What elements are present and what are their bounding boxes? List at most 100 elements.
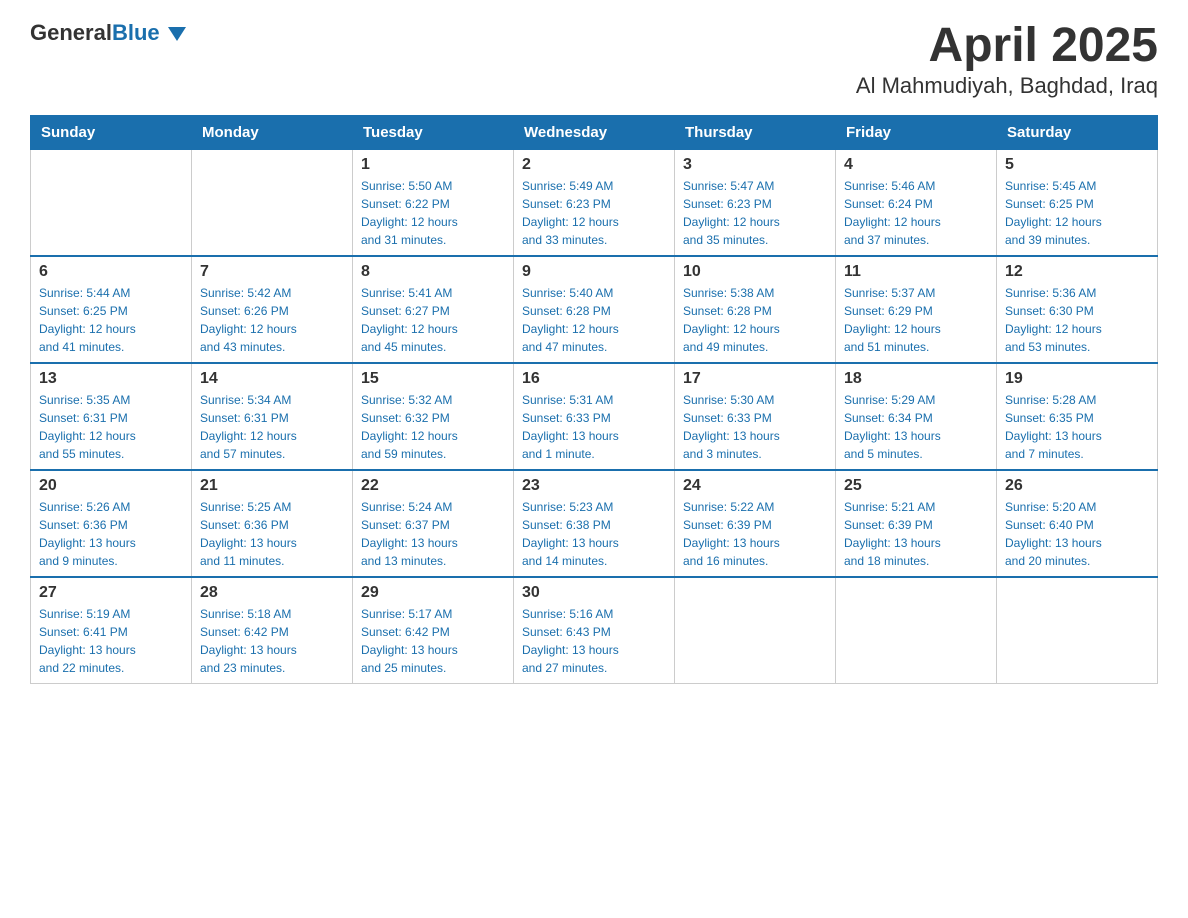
day-info: Sunrise: 5:28 AM Sunset: 6:35 PM Dayligh… xyxy=(1005,393,1102,461)
logo-triangle-icon xyxy=(168,27,186,41)
day-number: 4 xyxy=(844,156,988,174)
calendar-cell: 14Sunrise: 5:34 AM Sunset: 6:31 PM Dayli… xyxy=(192,363,353,470)
day-info: Sunrise: 5:47 AM Sunset: 6:23 PM Dayligh… xyxy=(683,179,780,247)
calendar-header-row: SundayMondayTuesdayWednesdayThursdayFrid… xyxy=(31,115,1158,149)
day-info: Sunrise: 5:26 AM Sunset: 6:36 PM Dayligh… xyxy=(39,500,136,568)
day-number: 6 xyxy=(39,263,183,281)
calendar-week-row: 6 Sunrise: 5:44 AM Sunset: 6:25 PM Daylig… xyxy=(31,256,1158,363)
day-number: 28 xyxy=(200,584,344,602)
calendar-day-header: Sunday xyxy=(31,115,192,149)
day-number: 27 xyxy=(39,584,183,602)
calendar-cell xyxy=(997,577,1158,684)
calendar-cell: 5 Sunrise: 5:45 AM Sunset: 6:25 PM Daylig… xyxy=(997,149,1158,256)
day-info: Sunrise: 5:16 AM Sunset: 6:43 PM Dayligh… xyxy=(522,607,619,675)
calendar-cell: 29Sunrise: 5:17 AM Sunset: 6:42 PM Dayli… xyxy=(353,577,514,684)
calendar-week-row: 13Sunrise: 5:35 AM Sunset: 6:31 PM Dayli… xyxy=(31,363,1158,470)
calendar-week-row: 20 Sunrise: 5:26 AM Sunset: 6:36 PM Dayli… xyxy=(31,470,1158,577)
calendar-week-row: 1 Sunrise: 5:50 AM Sunset: 6:22 PM Daylig… xyxy=(31,149,1158,256)
calendar-week-row: 27 Sunrise: 5:19 AM Sunset: 6:41 PM Dayli… xyxy=(31,577,1158,684)
day-info: Sunrise: 5:32 AM Sunset: 6:32 PM Dayligh… xyxy=(361,393,458,461)
day-info: Sunrise: 5:41 AM Sunset: 6:27 PM Dayligh… xyxy=(361,286,458,354)
day-info: Sunrise: 5:19 AM Sunset: 6:41 PM Dayligh… xyxy=(39,607,136,675)
day-info: Sunrise: 5:44 AM Sunset: 6:25 PM Dayligh… xyxy=(39,286,136,354)
calendar-cell: 3 Sunrise: 5:47 AM Sunset: 6:23 PM Daylig… xyxy=(675,149,836,256)
day-number: 26 xyxy=(1005,477,1149,495)
day-number: 23 xyxy=(522,477,666,495)
day-number: 9 xyxy=(522,263,666,281)
day-number: 18 xyxy=(844,370,988,388)
calendar-cell: 20 Sunrise: 5:26 AM Sunset: 6:36 PM Dayli… xyxy=(31,470,192,577)
day-number: 1 xyxy=(361,156,505,174)
day-info: Sunrise: 5:24 AM Sunset: 6:37 PM Dayligh… xyxy=(361,500,458,568)
day-number: 5 xyxy=(1005,156,1149,174)
calendar-cell: 21 Sunrise: 5:25 AM Sunset: 6:36 PM Dayli… xyxy=(192,470,353,577)
logo: General Blue xyxy=(30,20,186,46)
calendar-cell: 16 Sunrise: 5:31 AM Sunset: 6:33 PM Dayli… xyxy=(514,363,675,470)
calendar-cell: 25Sunrise: 5:21 AM Sunset: 6:39 PM Dayli… xyxy=(836,470,997,577)
calendar-day-header: Tuesday xyxy=(353,115,514,149)
calendar-day-header: Monday xyxy=(192,115,353,149)
day-info: Sunrise: 5:38 AM Sunset: 6:28 PM Dayligh… xyxy=(683,286,780,354)
calendar-cell: 17Sunrise: 5:30 AM Sunset: 6:33 PM Dayli… xyxy=(675,363,836,470)
calendar-cell: 24 Sunrise: 5:22 AM Sunset: 6:39 PM Dayli… xyxy=(675,470,836,577)
calendar-cell: 19 Sunrise: 5:28 AM Sunset: 6:35 PM Dayli… xyxy=(997,363,1158,470)
day-number: 3 xyxy=(683,156,827,174)
calendar-day-header: Wednesday xyxy=(514,115,675,149)
day-info: Sunrise: 5:31 AM Sunset: 6:33 PM Dayligh… xyxy=(522,393,619,461)
day-info: Sunrise: 5:45 AM Sunset: 6:25 PM Dayligh… xyxy=(1005,179,1102,247)
day-number: 20 xyxy=(39,477,183,495)
day-info: Sunrise: 5:37 AM Sunset: 6:29 PM Dayligh… xyxy=(844,286,941,354)
day-info: Sunrise: 5:36 AM Sunset: 6:30 PM Dayligh… xyxy=(1005,286,1102,354)
day-info: Sunrise: 5:30 AM Sunset: 6:33 PM Dayligh… xyxy=(683,393,780,461)
calendar-cell: 27 Sunrise: 5:19 AM Sunset: 6:41 PM Dayli… xyxy=(31,577,192,684)
day-info: Sunrise: 5:20 AM Sunset: 6:40 PM Dayligh… xyxy=(1005,500,1102,568)
calendar-cell xyxy=(31,149,192,256)
day-number: 8 xyxy=(361,263,505,281)
day-info: Sunrise: 5:22 AM Sunset: 6:39 PM Dayligh… xyxy=(683,500,780,568)
day-info: Sunrise: 5:40 AM Sunset: 6:28 PM Dayligh… xyxy=(522,286,619,354)
title-block: April 2025 Al Mahmudiyah, Baghdad, Iraq xyxy=(856,20,1158,99)
calendar-cell: 7Sunrise: 5:42 AM Sunset: 6:26 PM Daylig… xyxy=(192,256,353,363)
calendar-cell: 28 Sunrise: 5:18 AM Sunset: 6:42 PM Dayli… xyxy=(192,577,353,684)
calendar-day-header: Thursday xyxy=(675,115,836,149)
day-number: 21 xyxy=(200,477,344,495)
calendar-header: SundayMondayTuesdayWednesdayThursdayFrid… xyxy=(31,115,1158,149)
day-info: Sunrise: 5:21 AM Sunset: 6:39 PM Dayligh… xyxy=(844,500,941,568)
calendar-cell: 30 Sunrise: 5:16 AM Sunset: 6:43 PM Dayli… xyxy=(514,577,675,684)
calendar-body: 1 Sunrise: 5:50 AM Sunset: 6:22 PM Daylig… xyxy=(31,149,1158,683)
day-info: Sunrise: 5:35 AM Sunset: 6:31 PM Dayligh… xyxy=(39,393,136,461)
calendar-cell: 8 Sunrise: 5:41 AM Sunset: 6:27 PM Daylig… xyxy=(353,256,514,363)
day-info: Sunrise: 5:50 AM Sunset: 6:22 PM Dayligh… xyxy=(361,179,458,247)
day-number: 15 xyxy=(361,370,505,388)
day-number: 2 xyxy=(522,156,666,174)
day-number: 19 xyxy=(1005,370,1149,388)
day-number: 16 xyxy=(522,370,666,388)
day-info: Sunrise: 5:17 AM Sunset: 6:42 PM Dayligh… xyxy=(361,607,458,675)
day-info: Sunrise: 5:34 AM Sunset: 6:31 PM Dayligh… xyxy=(200,393,297,461)
logo-general-text: General xyxy=(30,20,112,46)
day-info: Sunrise: 5:46 AM Sunset: 6:24 PM Dayligh… xyxy=(844,179,941,247)
day-number: 12 xyxy=(1005,263,1149,281)
calendar-table: SundayMondayTuesdayWednesdayThursdayFrid… xyxy=(30,115,1158,684)
day-number: 24 xyxy=(683,477,827,495)
calendar-cell: 12 Sunrise: 5:36 AM Sunset: 6:30 PM Dayli… xyxy=(997,256,1158,363)
calendar-cell: 13Sunrise: 5:35 AM Sunset: 6:31 PM Dayli… xyxy=(31,363,192,470)
calendar-cell: 9 Sunrise: 5:40 AM Sunset: 6:28 PM Daylig… xyxy=(514,256,675,363)
calendar-cell: 23 Sunrise: 5:23 AM Sunset: 6:38 PM Dayli… xyxy=(514,470,675,577)
day-info: Sunrise: 5:42 AM Sunset: 6:26 PM Dayligh… xyxy=(200,286,297,354)
day-info: Sunrise: 5:18 AM Sunset: 6:42 PM Dayligh… xyxy=(200,607,297,675)
page-title: April 2025 xyxy=(856,20,1158,73)
day-number: 22 xyxy=(361,477,505,495)
calendar-day-header: Saturday xyxy=(997,115,1158,149)
day-info: Sunrise: 5:29 AM Sunset: 6:34 PM Dayligh… xyxy=(844,393,941,461)
day-info: Sunrise: 5:25 AM Sunset: 6:36 PM Dayligh… xyxy=(200,500,297,568)
day-info: Sunrise: 5:23 AM Sunset: 6:38 PM Dayligh… xyxy=(522,500,619,568)
page-subtitle: Al Mahmudiyah, Baghdad, Iraq xyxy=(856,73,1158,99)
calendar-cell: 11Sunrise: 5:37 AM Sunset: 6:29 PM Dayli… xyxy=(836,256,997,363)
calendar-cell: 4 Sunrise: 5:46 AM Sunset: 6:24 PM Daylig… xyxy=(836,149,997,256)
calendar-cell: 2Sunrise: 5:49 AM Sunset: 6:23 PM Daylig… xyxy=(514,149,675,256)
calendar-cell xyxy=(192,149,353,256)
day-number: 30 xyxy=(522,584,666,602)
logo-blue-text: Blue xyxy=(112,20,186,46)
calendar-cell: 15 Sunrise: 5:32 AM Sunset: 6:32 PM Dayli… xyxy=(353,363,514,470)
